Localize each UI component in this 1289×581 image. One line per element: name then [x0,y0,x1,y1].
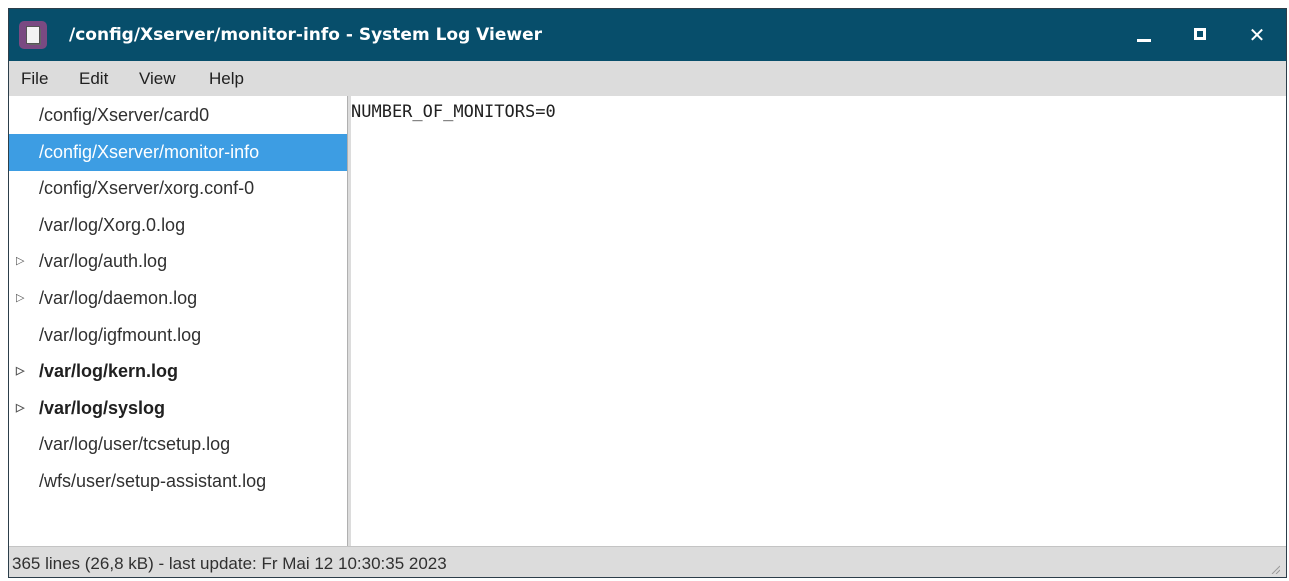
menu-view[interactable]: View [139,61,176,96]
sidebar-item-label: /wfs/user/setup-assistant.log [39,471,267,491]
expand-arrow-icon[interactable]: ▷ [16,280,24,317]
sidebar-item-log-file[interactable]: /config/Xserver/monitor-info [9,133,347,171]
status-text: 365 lines (26,8 kB) - last update: Fr Ma… [12,554,447,573]
sidebar-item-log-file[interactable]: ▷ /var/log/syslog [9,390,347,427]
log-viewer-window: /config/Xserver/monitor-info - System Lo… [8,8,1287,578]
sidebar-item-log-file[interactable]: /config/Xserver/card0 [9,97,347,134]
expand-arrow-icon[interactable]: ▷ [16,243,24,280]
sidebar-item-label: /var/log/syslog [39,397,166,418]
expand-arrow-icon[interactable]: ▷ [16,390,24,427]
sidebar-item-label: /var/log/Xorg.0.log [39,214,186,235]
window-title: /config/Xserver/monitor-info - System Lo… [69,25,543,45]
status-bar: 365 lines (26,8 kB) - last update: Fr Ma… [9,546,1286,577]
menu-help[interactable]: Help [209,61,244,96]
sidebar-item-label: /var/log/daemon.log [39,288,198,308]
sidebar-item-log-file[interactable]: /wfs/user/setup-assistant.log [9,463,347,500]
sidebar-item-label: /var/log/user/tcsetup.log [39,434,231,455]
expand-arrow-icon[interactable]: ▷ [16,353,24,390]
log-content-view[interactable]: NUMBER_OF_MONITORS=0 [351,96,1286,546]
maximize-icon [1194,28,1206,40]
log-file-list[interactable]: /config/Xserver/card0/config/Xserver/mon… [9,96,348,546]
maximize-button[interactable] [1185,19,1217,51]
menu-file[interactable]: File [21,61,48,96]
sidebar-item-log-file[interactable]: ▷ /var/log/daemon.log [9,280,347,317]
sidebar-item-label: /config/Xserver/card0 [39,105,210,125]
minimize-button[interactable] [1129,19,1161,51]
sidebar-item-log-file[interactable]: /var/log/user/tcsetup.log [9,426,347,463]
sidebar-item-log-file[interactable]: /config/Xserver/xorg.conf-0 [9,170,347,207]
sidebar-item-log-file[interactable]: ▷ /var/log/auth.log [9,243,347,280]
resize-grip-icon[interactable] [1270,564,1280,574]
sidebar-item-log-file[interactable]: /var/log/Xorg.0.log [9,207,347,244]
log-viewer-app-icon[interactable] [19,21,47,49]
close-icon: ✕ [1248,23,1266,47]
sidebar-item-log-file[interactable]: /var/log/igfmount.log [9,317,347,354]
sidebar-item-label: /var/log/kern.log [39,361,179,382]
close-button[interactable]: ✕ [1241,19,1273,51]
minimize-icon [1137,39,1151,42]
menu-bar: File Edit View Help [9,61,1286,96]
sidebar-item-log-file[interactable]: ▷ /var/log/kern.log [9,353,347,390]
sidebar-item-label: /config/Xserver/monitor-info [39,141,260,162]
title-bar[interactable]: /config/Xserver/monitor-info - System Lo… [9,9,1286,61]
sidebar-item-label: /var/log/auth.log [39,251,168,272]
sidebar-item-label: /config/Xserver/xorg.conf-0 [39,178,255,199]
log-content-text: NUMBER_OF_MONITORS=0 [351,102,556,122]
sidebar-item-label: /var/log/igfmount.log [39,324,202,345]
menu-edit[interactable]: Edit [79,61,108,96]
